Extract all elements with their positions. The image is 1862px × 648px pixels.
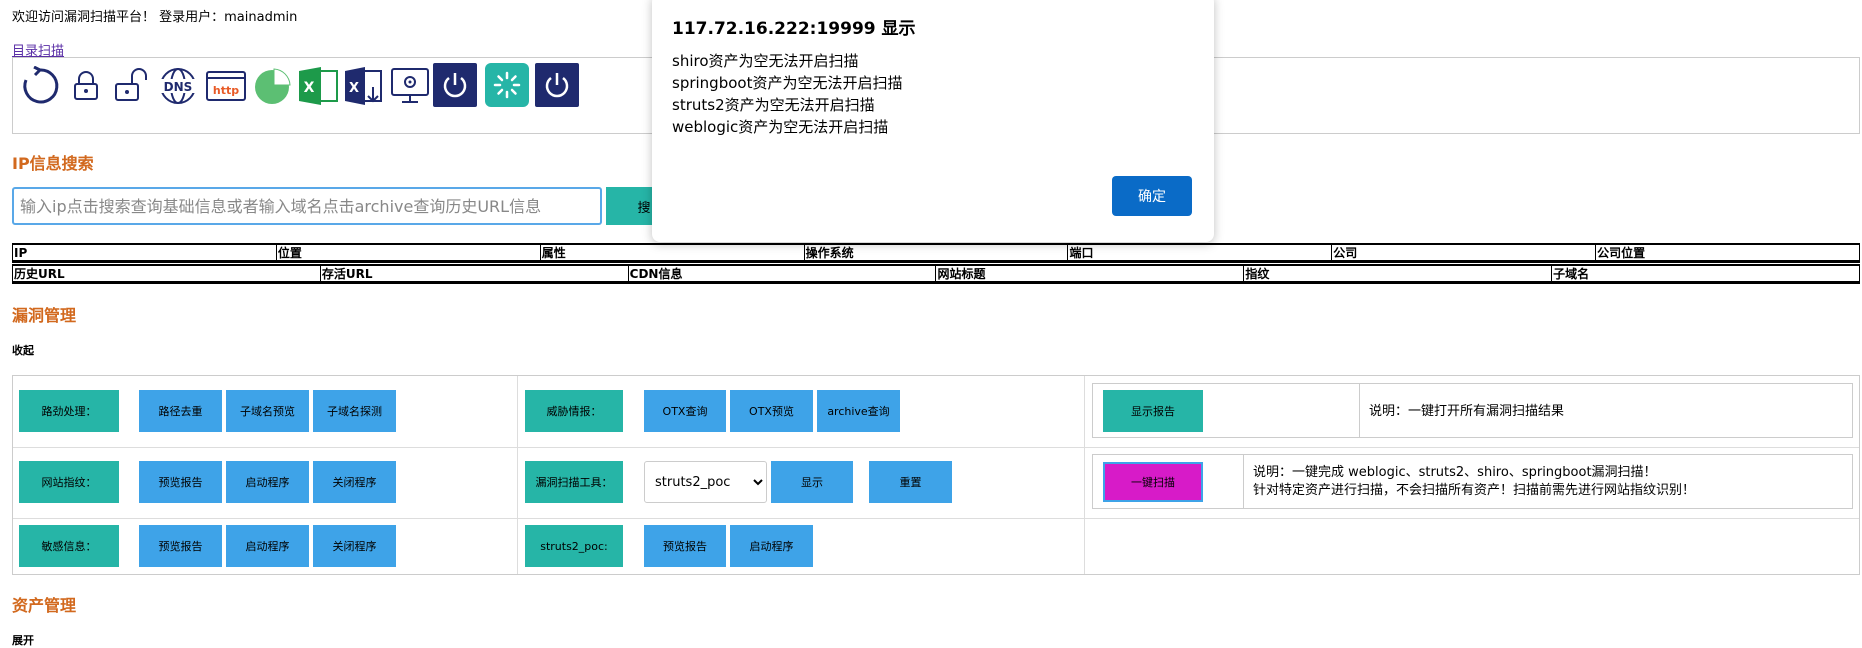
vuln-table: 路劲处理： 路径去重 子域名预览 子域名探测 威胁情报： OTX查询 OTX预览… [12,375,1860,575]
unlock-icon[interactable] [109,63,155,109]
one-click-desc-line2: 针对特定资产进行扫描，不会扫描所有资产！扫描前需先进行网站指纹识别！ [1253,483,1696,498]
col-subdomain: 子域名 [1551,266,1859,281]
pie-chart-icon[interactable] [249,63,295,109]
box-divider [1243,454,1244,509]
assets-title: 资产管理 [12,596,77,615]
row-divider [13,518,1859,519]
sensitive-start-button[interactable]: 启动程序 [226,525,309,567]
struts2-preview-button[interactable]: 预览报告 [644,525,726,567]
fingerprint-start-button[interactable]: 启动程序 [226,461,309,503]
col-os: 操作系统 [803,245,1068,260]
col-fingerprint: 指纹 [1243,266,1551,281]
col-divider [517,376,518,574]
vuln-title: 漏洞管理 [12,306,77,325]
show-report-button[interactable]: 显示报告 [1103,390,1203,432]
subdomain-probe-button[interactable]: 子域名探测 [313,390,396,432]
struts2-start-button[interactable]: 启动程序 [730,525,813,567]
reset-button[interactable]: 重置 [869,461,952,503]
col-cdn: CDN信息 [627,266,936,281]
ip-search-title: IP信息搜索 [12,154,94,173]
scan-tool-select[interactable]: struts2_poc [644,461,767,503]
dialog-message: shiro资产为空无法开启扫描 springboot资产为空无法开启扫描 str… [672,50,902,138]
excel-download-icon[interactable]: X [341,63,387,109]
svg-text:X: X [349,81,359,96]
dialog-line: shiro资产为空无法开启扫描 [672,52,859,70]
sensitive-info-label: 敏感信息： [19,525,119,567]
dialog-line: struts2资产为空无法开启扫描 [672,96,875,114]
col-divider [1084,376,1085,574]
refresh-icon[interactable] [17,63,63,109]
subdomain-preview-button[interactable]: 子域名预览 [226,390,309,432]
alert-dialog: 117.72.16.222:19999 显示 shiro资产为空无法开启扫描 s… [652,0,1214,242]
archive-query-button[interactable]: archive查询 [817,390,900,432]
path-process-label: 路劲处理： [19,390,119,432]
loading-icon[interactable] [485,63,529,107]
col-location: 位置 [275,245,540,260]
fingerprint-close-button[interactable]: 关闭程序 [313,461,396,503]
lock-icon[interactable] [63,63,109,109]
show-report-desc: 说明：一键打开所有漏洞扫描结果 [1369,404,1565,419]
one-click-desc: 说明：一键完成 weblogic、struts2、shiro、springboo… [1253,464,1695,500]
col-history-url: 历史URL [14,267,65,281]
power-icon[interactable] [433,63,477,107]
otx-preview-button[interactable]: OTX预览 [730,390,813,432]
box-divider [1359,383,1360,438]
svg-text:X: X [304,80,315,96]
show-button[interactable]: 显示 [771,461,853,503]
col-attribute: 属性 [539,245,804,260]
dialog-line: weblogic资产为空无法开启扫描 [672,118,889,136]
power-dark-icon[interactable] [535,63,579,107]
col-ip: IP [14,246,28,260]
monitor-settings-icon[interactable] [387,63,433,109]
fingerprint-label: 网站指纹： [19,461,119,503]
sensitive-close-button[interactable]: 关闭程序 [313,525,396,567]
dialog-title: 117.72.16.222:19999 显示 [672,19,916,39]
col-company: 公司 [1331,245,1595,260]
dialog-ok-button[interactable]: 确定 [1112,176,1192,216]
svg-text:http: http [213,84,239,97]
path-dedupe-button[interactable]: 路径去重 [139,390,222,432]
http-icon[interactable]: http [203,63,249,109]
col-port: 端口 [1067,245,1331,260]
dialog-line: springboot资产为空无法开启扫描 [672,74,903,92]
expand-toggle[interactable]: 展开 [12,632,34,648]
one-click-scan-button[interactable]: 一键扫描 [1103,462,1203,502]
collapse-toggle[interactable]: 收起 [12,342,34,358]
dns-icon[interactable]: DNS [155,63,201,109]
info-table-basic: IP 位置 属性 操作系统 端口 公司 公司位置 [12,243,1860,263]
col-alive-url: 存活URL [319,266,628,281]
scan-tool-label: 漏洞扫描工具： [525,461,623,503]
ip-search-input[interactable] [12,187,602,225]
col-company-location: 公司位置 [1595,245,1859,260]
row-divider [13,447,1859,448]
struts2-poc-label: struts2_poc: [525,525,623,567]
one-click-desc-line1: 说明：一键完成 weblogic、struts2、shiro、springboo… [1253,465,1657,480]
col-site-title: 网站标题 [935,266,1243,281]
otx-query-button[interactable]: OTX查询 [644,390,726,432]
fingerprint-preview-button[interactable]: 预览报告 [139,461,222,503]
threat-intel-label: 威胁情报： [525,390,623,432]
welcome-text: 欢迎访问漏洞扫描平台！ 登录用户：mainadmin [12,10,298,25]
info-table-url: 历史URL 存活URL CDN信息 网站标题 指纹 子域名 [12,264,1860,284]
svg-text:DNS: DNS [164,80,193,94]
sensitive-preview-button[interactable]: 预览报告 [139,525,222,567]
excel-icon[interactable]: X [295,63,341,109]
